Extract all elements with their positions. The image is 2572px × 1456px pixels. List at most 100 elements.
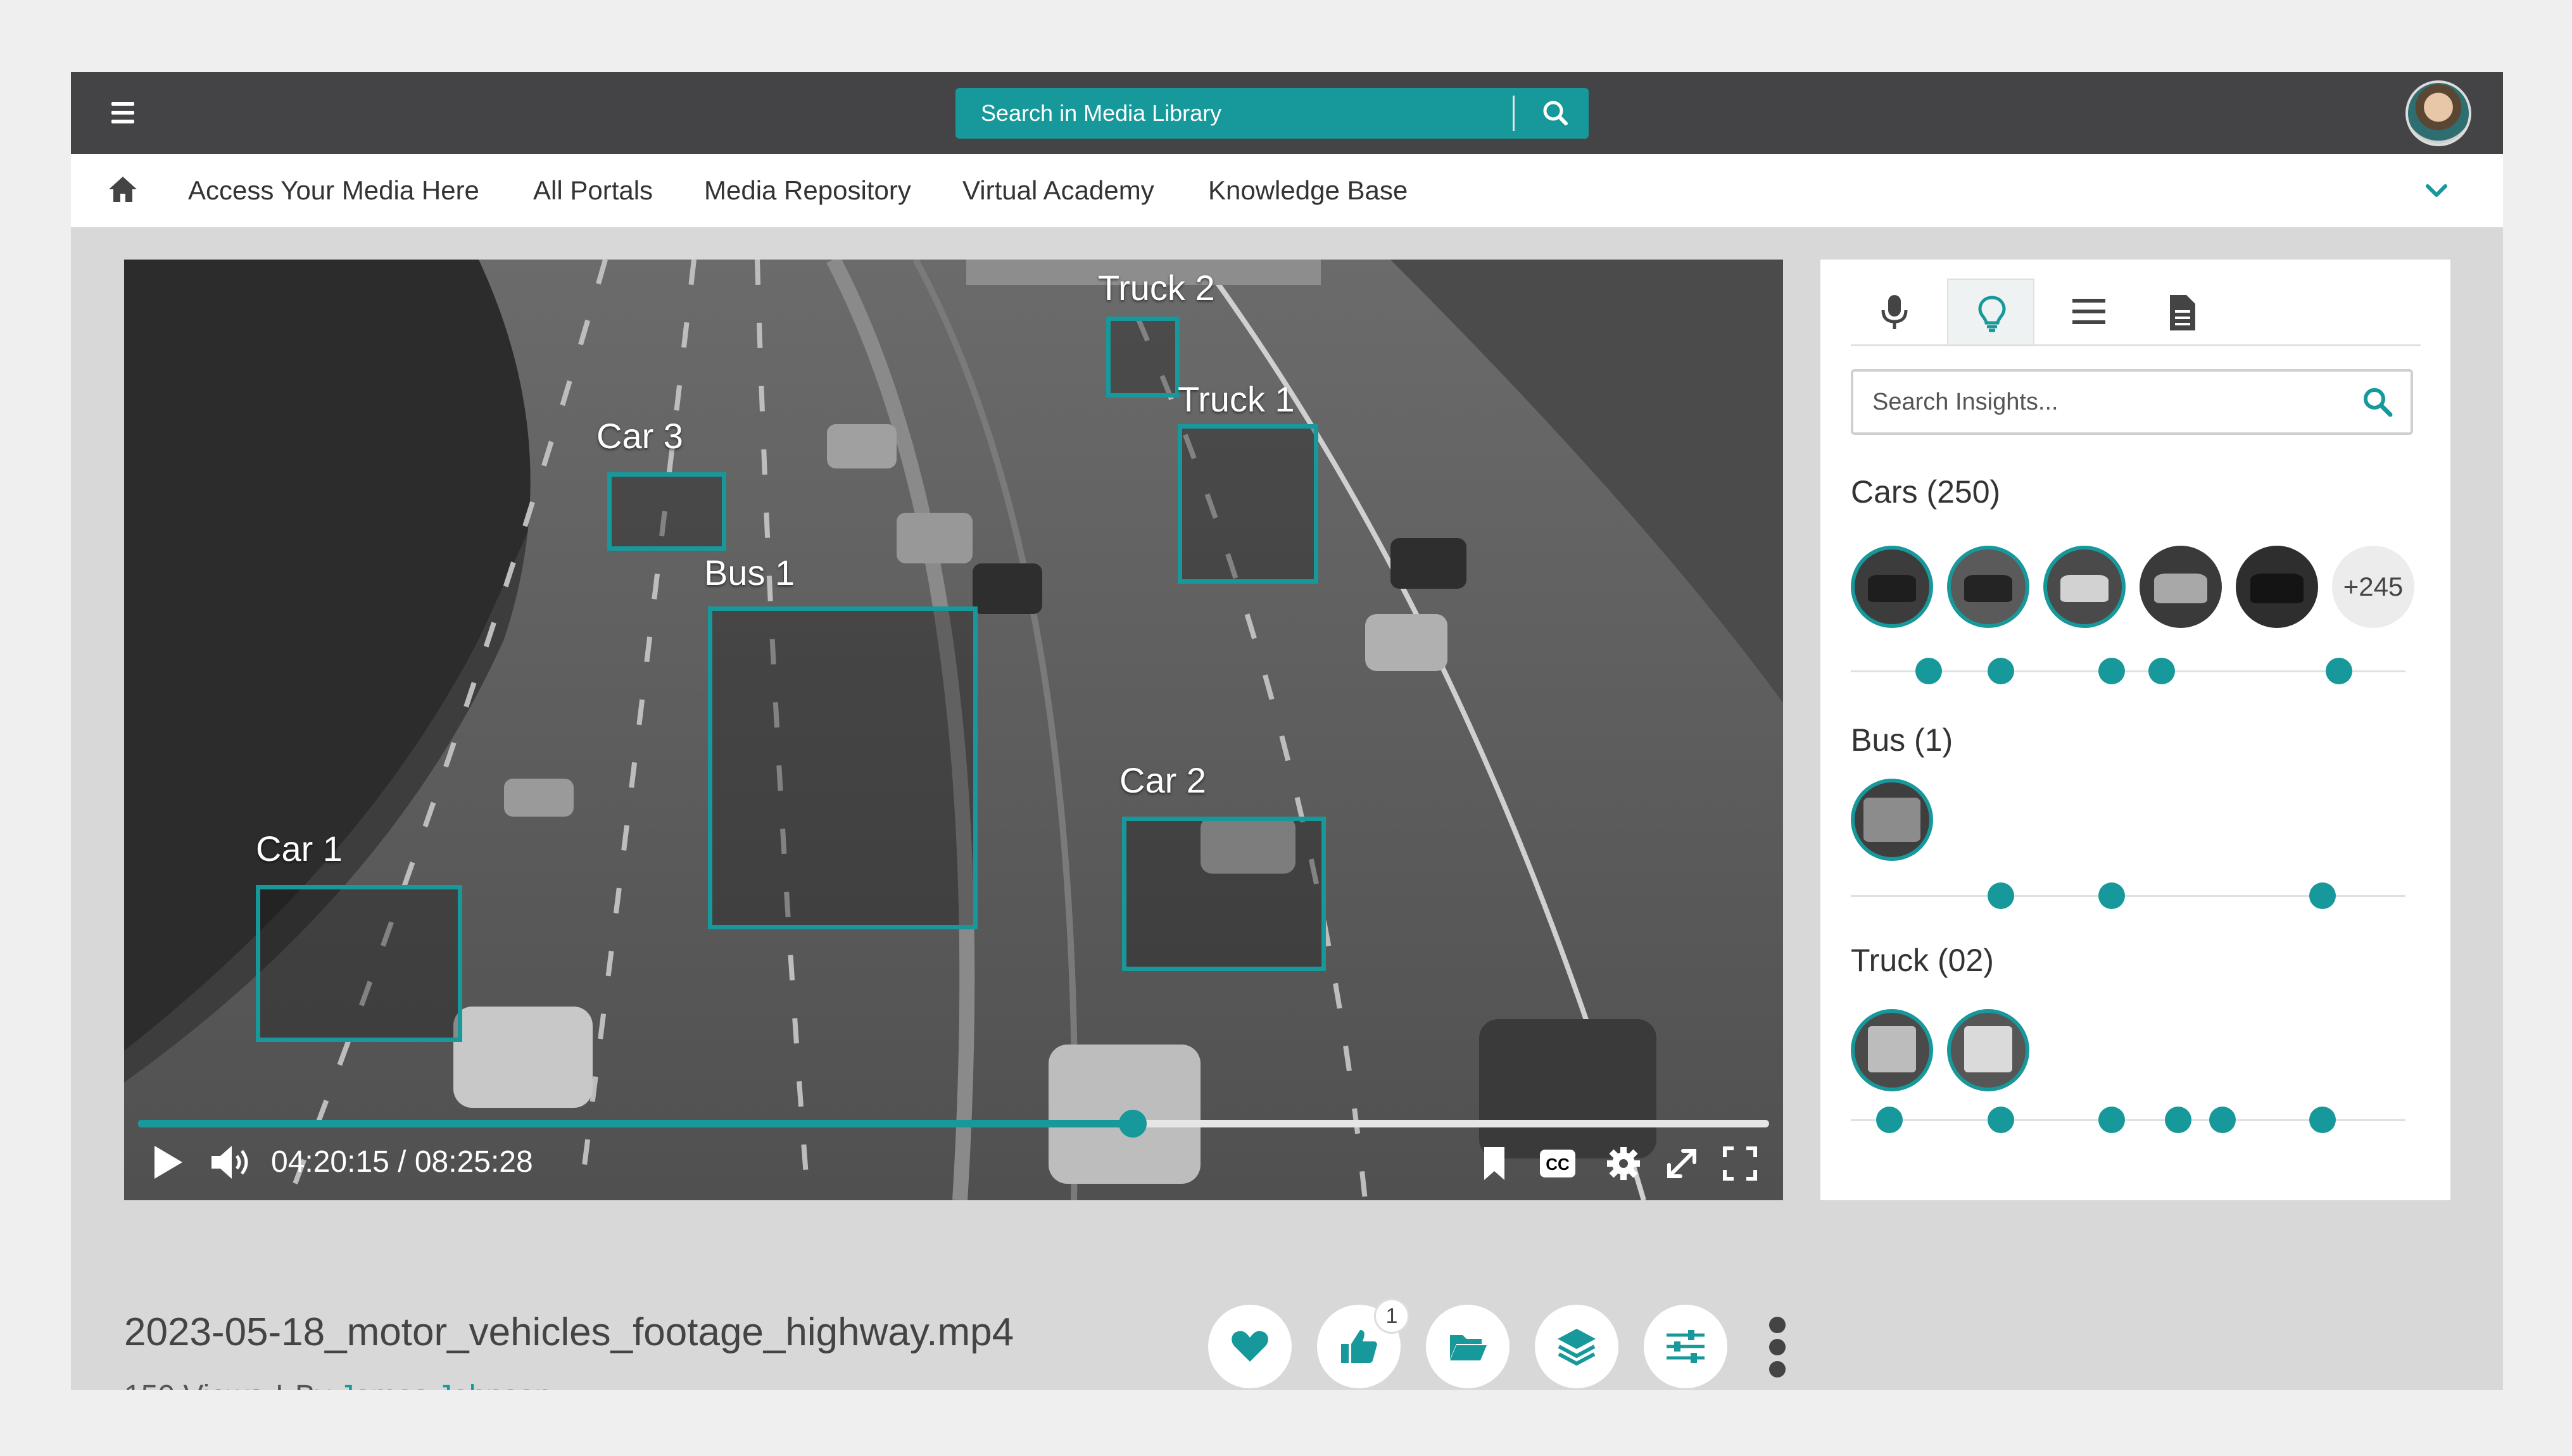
timeline-marker[interactable] (2309, 882, 2336, 909)
bus-thumbnail[interactable] (1851, 779, 1933, 861)
detection-box-bus-1[interactable] (708, 606, 978, 929)
media-filename: 2023-05-18_motor_vehicles_footage_highwa… (124, 1310, 1014, 1354)
insight-group-title: Truck (02) (1851, 943, 1994, 978)
search-divider (1513, 96, 1515, 131)
search-icon[interactable] (1530, 88, 1581, 139)
closed-captions-icon[interactable]: CC (1539, 1148, 1577, 1182)
timeline-marker[interactable] (1987, 1107, 2014, 1133)
insight-group-title: Cars (250) (1851, 474, 2001, 510)
timeline-marker[interactable] (2325, 658, 2352, 684)
video-progress-bar[interactable] (138, 1110, 1769, 1138)
play-icon[interactable] (149, 1143, 185, 1184)
home-icon[interactable] (106, 174, 139, 204)
like-count-badge: 1 (1374, 1298, 1409, 1334)
list-icon (2072, 299, 2105, 324)
timeline-marker[interactable] (1915, 658, 1942, 684)
tab-document[interactable] (2140, 279, 2227, 344)
fullscreen-icon[interactable] (1722, 1146, 1758, 1184)
nav-item-all-portals[interactable]: All Portals (533, 154, 653, 227)
video-progress-fill (138, 1120, 1133, 1127)
nav-item-access-your-media[interactable]: Access Your Media Here (188, 154, 479, 227)
media-search-bar[interactable]: Search in Media Library (955, 88, 1589, 139)
microphone-icon (1881, 295, 1908, 329)
detection-label-truck-2: Truck 2 (1098, 268, 1215, 308)
car-thumbnail[interactable] (1851, 546, 1933, 628)
thumbs-up-icon (1341, 1330, 1377, 1363)
detection-label-bus-1: Bus 1 (704, 553, 795, 593)
insights-search-box[interactable] (1851, 369, 2413, 435)
car-thumbnail[interactable] (2140, 546, 2222, 628)
car-thumbnail[interactable] (2043, 546, 2126, 628)
insight-group-title: Bus (1) (1851, 722, 1953, 758)
heart-icon (1232, 1331, 1268, 1362)
detection-box-truck-1[interactable] (1178, 424, 1318, 584)
video-player[interactable]: Truck 2 Truck 1 Car 3 Bus 1 Car 2 Car 1 … (124, 260, 1783, 1200)
volume-icon[interactable] (209, 1143, 253, 1184)
layers-button[interactable] (1535, 1305, 1618, 1388)
car-thumbnail[interactable] (1947, 546, 2029, 628)
tab-list[interactable] (2043, 279, 2131, 344)
detection-label-car-2: Car 2 (1119, 760, 1206, 800)
insights-panel: Cars (250) +245 Bus (1) Truck (02) (1820, 260, 2450, 1200)
add-to-folder-button[interactable] (1426, 1305, 1510, 1388)
layers-icon (1558, 1329, 1596, 1366)
hamburger-menu-icon[interactable] (111, 102, 134, 123)
lightbulb-icon (1978, 296, 2006, 332)
by-label: By (295, 1379, 331, 1390)
timeline-marker[interactable] (1987, 658, 2014, 684)
document-icon (2170, 295, 2195, 330)
tab-insights[interactable] (1947, 279, 2034, 344)
more-vertical-icon[interactable] (1766, 1317, 1789, 1378)
nav-item-media-repository[interactable]: Media Repository (704, 154, 911, 227)
timeline-marker[interactable] (2098, 882, 2125, 909)
tab-transcript[interactable] (1851, 279, 1938, 344)
app-window: Search in Media Library Access Your Medi… (71, 72, 2503, 1390)
adjustments-button[interactable] (1644, 1305, 1727, 1388)
detection-label-car-1: Car 1 (256, 829, 343, 869)
timeline-marker[interactable] (2098, 658, 2125, 684)
author-link[interactable]: James Johnson (339, 1379, 552, 1390)
detection-box-car-1[interactable] (256, 885, 462, 1042)
timeline-marker[interactable] (2309, 1107, 2336, 1133)
device-frame: Search in Media Library Access Your Medi… (0, 0, 2572, 1456)
bookmark-icon[interactable] (1480, 1146, 1508, 1184)
truck-timeline[interactable] (1851, 1107, 2405, 1133)
more-cars-badge[interactable]: +245 (2332, 546, 2414, 628)
nav-bar: Access Your Media Here All Portals Media… (71, 154, 2503, 227)
timeline-marker[interactable] (2164, 1107, 2191, 1133)
timeline-marker[interactable] (1876, 1107, 1903, 1133)
chevron-down-icon[interactable] (2423, 177, 2450, 204)
timeline-marker[interactable] (2098, 1107, 2125, 1133)
car-thumbnail[interactable] (2236, 546, 2318, 628)
top-bar: Search in Media Library (71, 72, 2503, 154)
like-button[interactable]: 1 (1317, 1298, 1409, 1388)
user-avatar[interactable] (2405, 80, 2471, 146)
detection-box-truck-2[interactable] (1106, 317, 1180, 398)
detection-box-car-2[interactable] (1122, 817, 1326, 971)
media-search-placeholder[interactable]: Search in Media Library (981, 88, 1221, 139)
timeline-marker[interactable] (1987, 882, 2014, 909)
settings-icon[interactable] (1606, 1146, 1641, 1184)
nav-item-virtual-academy[interactable]: Virtual Academy (962, 154, 1154, 227)
detection-label-truck-1: Truck 1 (1178, 379, 1295, 419)
media-meta: 150 Views I By James Johnson (124, 1379, 552, 1390)
truck-thumbnail[interactable] (1947, 1009, 2029, 1091)
expand-icon[interactable] (1664, 1146, 1699, 1184)
favorite-button[interactable] (1208, 1305, 1292, 1388)
insights-search-input[interactable] (1872, 372, 2354, 432)
search-icon[interactable] (2360, 384, 2395, 420)
view-count: 150 Views (124, 1379, 264, 1390)
timeline-marker[interactable] (2209, 1107, 2236, 1133)
bus-timeline[interactable] (1851, 882, 2405, 909)
tab-underline (1851, 344, 2421, 346)
timeline-marker[interactable] (2148, 658, 2175, 684)
detection-box-car-3[interactable] (607, 472, 726, 551)
cars-timeline[interactable] (1851, 658, 2405, 684)
truck-thumbnail[interactable] (1851, 1009, 1933, 1091)
cc-label: CC (1546, 1155, 1570, 1174)
detection-label-car-3: Car 3 (596, 416, 683, 456)
meta-separator: I (275, 1379, 284, 1390)
time-display: 04:20:15 / 08:25:28 (271, 1145, 533, 1179)
sliders-icon (1667, 1330, 1705, 1363)
nav-item-knowledge-base[interactable]: Knowledge Base (1208, 154, 1408, 227)
